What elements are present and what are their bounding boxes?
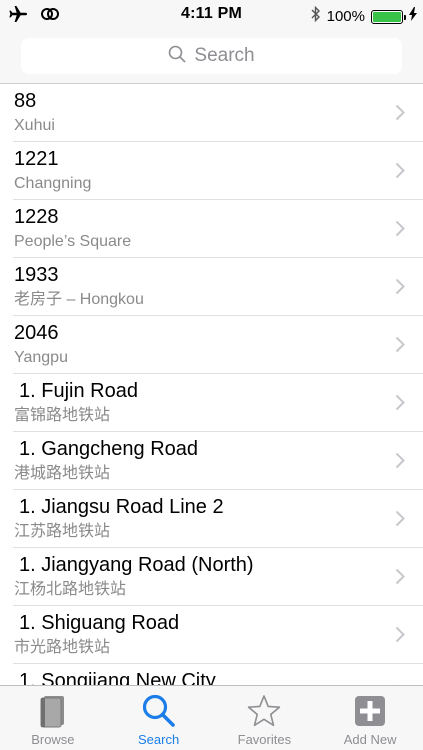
list-item[interactable]: 1. Gangcheng Road 港城路地铁站 <box>13 432 423 490</box>
list-item[interactable]: 1. Songjiang New City <box>13 664 423 685</box>
tab-browse-label: Browse <box>31 732 75 747</box>
list-item-subtitle: 港城路地铁站 <box>14 465 111 482</box>
list-item-subtitle: 江苏路地铁站 <box>14 523 111 540</box>
list-item-title: 1. Jiangyang Road (North) <box>19 554 254 576</box>
list-item-title: 1. Fujin Road <box>19 380 138 402</box>
list-item[interactable]: 1228 People’s Square <box>13 200 423 258</box>
list-item-subtitle: 江杨北路地铁站 <box>14 581 127 598</box>
bluetooth-icon <box>311 5 321 28</box>
list-item-subtitle: Xuhui <box>14 117 55 134</box>
search-area: Search <box>0 30 423 84</box>
list-item-title: 2046 <box>14 322 59 344</box>
list-item-title: 1. Shiguang Road <box>19 612 180 634</box>
list-item[interactable]: 88 Xuhui <box>13 84 423 142</box>
battery-tip <box>404 14 406 20</box>
battery-icon <box>371 9 406 24</box>
tab-browse[interactable]: Browse <box>0 686 106 750</box>
plus-icon <box>354 692 386 730</box>
list-item[interactable]: 1. Jiangsu Road Line 2 江苏路地铁站 <box>13 490 423 548</box>
tab-add-new-label: Add New <box>343 732 397 747</box>
list-item[interactable]: 1. Fujin Road 富锦路地铁站 <box>13 374 423 432</box>
chevron-right-icon <box>395 162 405 184</box>
tab-bar: Browse Search Favorites Add New <box>0 685 423 750</box>
list-item-title: 1228 <box>14 206 59 228</box>
list-item-title: 1. Gangcheng Road <box>19 438 199 460</box>
book-icon <box>38 692 68 730</box>
status-bar: 4:11 PM 100% <box>0 0 423 30</box>
charging-icon <box>409 7 417 26</box>
chevron-right-icon <box>395 568 405 590</box>
chevron-right-icon <box>395 394 405 416</box>
tab-search[interactable]: Search <box>106 686 212 750</box>
list-item-title: 1. Songjiang New City <box>19 670 216 685</box>
list-item-subtitle: People’s Square <box>14 233 132 250</box>
list-item[interactable]: 1221 Changning <box>13 142 423 200</box>
list-item[interactable]: 1. Jiangyang Road (North) 江杨北路地铁站 <box>13 548 423 606</box>
battery-fill <box>373 11 401 22</box>
chevron-right-icon <box>395 510 405 532</box>
chevron-right-icon <box>395 626 405 648</box>
status-right: 100% <box>311 5 417 28</box>
battery-percent: 100% <box>326 8 365 25</box>
list-item[interactable]: 2046 Yangpu <box>13 316 423 374</box>
list-item-title: 1221 <box>14 148 59 170</box>
list-item[interactable]: 1933 老房子 – Hongkou <box>13 258 423 316</box>
tab-favorites[interactable]: Favorites <box>212 686 318 750</box>
search-icon <box>168 45 186 68</box>
list-item-title: 1. Jiangsu Road Line 2 <box>19 496 224 518</box>
search-input[interactable]: Search <box>21 38 402 74</box>
star-icon <box>246 692 282 730</box>
list-item-subtitle: Changning <box>14 175 92 192</box>
chevron-right-icon <box>395 104 405 126</box>
tab-favorites-label: Favorites <box>237 732 292 747</box>
tab-add-new[interactable]: Add New <box>317 686 423 750</box>
search-icon <box>142 692 176 730</box>
list-item-subtitle: 市光路地铁站 <box>14 639 111 656</box>
tab-search-label: Search <box>138 732 180 747</box>
chevron-right-icon <box>395 278 405 300</box>
list-item-title: 1933 <box>14 264 59 286</box>
list-item-subtitle: 老房子 – Hongkou <box>14 291 144 308</box>
list-item-subtitle: 富锦路地铁站 <box>14 407 111 424</box>
chevron-right-icon <box>395 452 405 474</box>
chevron-right-icon <box>395 336 405 358</box>
list-item-subtitle: Yangpu <box>14 349 68 366</box>
results-list[interactable]: 88 Xuhui 1221 Changning 1228 People’s Square 1… <box>0 84 423 685</box>
list-item[interactable]: 1. Shiguang Road 市光路地铁站 <box>13 606 423 664</box>
list-item-title: 88 <box>14 90 37 112</box>
search-placeholder: Search <box>194 45 255 66</box>
chevron-right-icon <box>395 220 405 242</box>
